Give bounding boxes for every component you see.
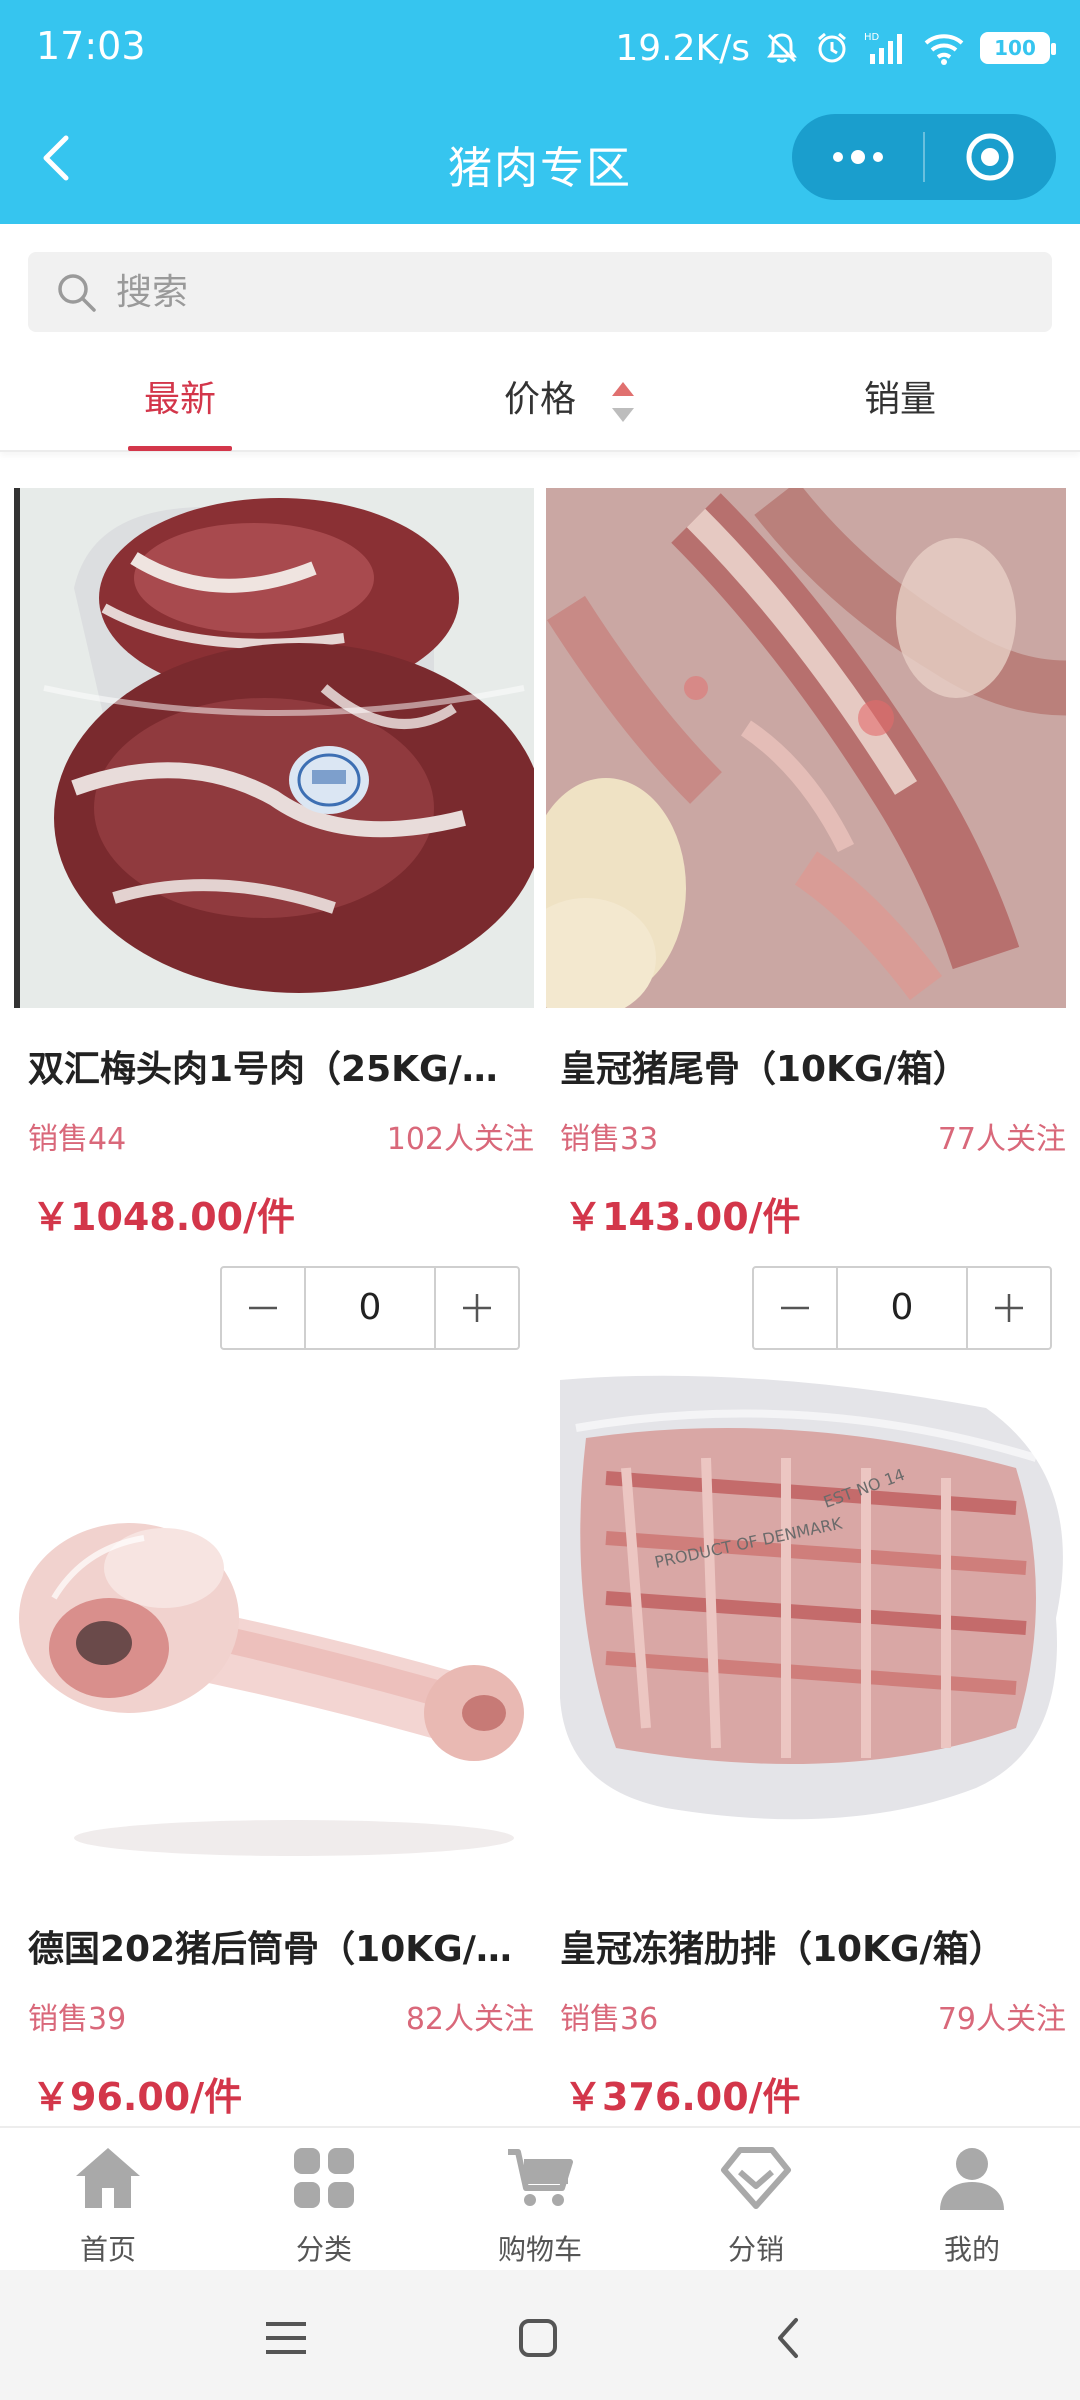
product-price: ￥96.00/件: [32, 2075, 243, 2119]
quantity-value[interactable]: 0: [836, 1268, 968, 1348]
sort-tabs: 最新 价格 销量: [0, 348, 1080, 452]
tab-sales[interactable]: 销量: [720, 348, 1080, 452]
tab-home-label: 首页: [79, 2233, 136, 2266]
quantity-value[interactable]: 0: [304, 1268, 436, 1348]
tab-latest-label: 最新: [143, 379, 216, 420]
product-name[interactable]: 皇冠猪尾骨（10KG/箱）: [560, 1040, 1060, 1092]
close-miniprogram-button[interactable]: [925, 114, 1056, 200]
miniprogram-capsule: [792, 114, 1056, 200]
product-followers: 77人关注: [937, 1122, 1066, 1157]
product-card[interactable]: PRODUCT OF DENMARK EST NO 14 皇冠冻猪肋排（10KG…: [546, 1368, 1066, 2128]
signal-icon: HD: [864, 32, 902, 64]
back-triangle-icon[interactable]: [760, 2308, 820, 2368]
tab-distribution-label: 分销: [727, 2233, 784, 2266]
pork-bone-image: [14, 1368, 534, 1888]
status-icons: 19.2K/s HD 100: [615, 22, 1056, 74]
increment-button[interactable]: [436, 1268, 518, 1348]
product-card[interactable]: 皇冠猪尾骨（10KG/箱） 销售33 77人关注 ￥143.00/件 0: [546, 488, 1066, 1388]
grid-icon: [294, 2148, 354, 2208]
tab-active-underline: [128, 446, 232, 451]
product-image[interactable]: [14, 1368, 534, 1888]
product-sold-count: 销售33: [560, 1122, 659, 1157]
tab-category[interactable]: 分类: [216, 2128, 432, 2272]
product-image[interactable]: [14, 488, 534, 1008]
tab-mine[interactable]: 我的: [864, 2128, 1080, 2272]
product-followers: 102人关注: [386, 1122, 534, 1157]
tab-sales-label: 销量: [863, 379, 936, 420]
alarm-icon: [818, 32, 846, 63]
product-name[interactable]: 双汇梅头肉1号肉（25KG/…: [28, 1040, 528, 1092]
search-icon: [58, 274, 96, 312]
bottom-tab-bar: 首页 分类 购物车 分销 我的: [0, 2126, 1080, 2270]
product-name[interactable]: 德国202猪后筒骨（10KG/…: [28, 1920, 528, 1972]
product-price: ￥143.00/件: [564, 1195, 801, 1239]
tab-category-label: 分类: [295, 2233, 352, 2266]
pork-tailbone-image: [546, 488, 1066, 1008]
product-card[interactable]: 德国202猪后筒骨（10KG/… 销售39 82人关注 ￥96.00/件: [14, 1368, 534, 2128]
menu-icon[interactable]: [256, 2308, 316, 2368]
product-name[interactable]: 皇冠冻猪肋排（10KG/箱）: [560, 1920, 1060, 1972]
product-card[interactable]: 双汇梅头肉1号肉（25KG/… 销售44 102人关注 ￥1048.00/件 0: [14, 488, 534, 1388]
product-price: ￥376.00/件: [564, 2075, 801, 2119]
product-followers: 82人关注: [405, 2002, 534, 2037]
product-sold-count: 销售39: [28, 2002, 127, 2037]
status-time: 17:03: [36, 24, 146, 68]
meat-package-image: [14, 488, 534, 1008]
product-price: ￥1048.00/件: [32, 1195, 295, 1239]
user-icon: [940, 2148, 1004, 2210]
cart-icon: [508, 2149, 573, 2206]
tab-cart[interactable]: 购物车: [432, 2128, 648, 2272]
more-dots-icon: [832, 150, 883, 164]
tab-mine-label: 我的: [943, 2233, 1000, 2266]
search-section: [0, 224, 1080, 348]
search-input[interactable]: [116, 271, 976, 313]
product-sold-count: 销售36: [560, 2002, 659, 2037]
decrement-button[interactable]: [222, 1268, 304, 1348]
product-grid: 双汇梅头肉1号肉（25KG/… 销售44 102人关注 ￥1048.00/件 0: [0, 470, 1080, 2130]
mute-bell-icon: [767, 33, 797, 63]
target-circle-icon: [966, 133, 1014, 181]
quantity-stepper: 0: [220, 1266, 520, 1350]
increment-button[interactable]: [968, 1268, 1050, 1348]
sort-arrows-icon: [612, 382, 634, 422]
battery-icon: 100: [980, 32, 1056, 64]
tab-latest[interactable]: 最新: [0, 348, 360, 452]
tab-cart-label: 购物车: [497, 2233, 582, 2266]
tab-price[interactable]: 价格: [360, 348, 720, 452]
product-image[interactable]: PRODUCT OF DENMARK EST NO 14: [546, 1368, 1066, 1888]
pork-ribs-image: PRODUCT OF DENMARK EST NO 14: [546, 1368, 1066, 1888]
diamond-icon: [721, 2147, 791, 2209]
page-header: 猪肉专区: [0, 96, 1080, 224]
app-root: 17:03 19.2K/s HD 100 猪肉专区 搜索 最新 价格 销量 双汇…: [0, 0, 1080, 2400]
home-icon: [76, 2148, 140, 2208]
system-nav-bar: [0, 2270, 1080, 2400]
plus-icon: [995, 1294, 1023, 1322]
product-sold-count: 销售44: [28, 1122, 127, 1157]
svg-text:HD: HD: [864, 32, 880, 43]
minus-icon: [781, 1306, 809, 1310]
product-image[interactable]: [546, 488, 1066, 1008]
status-bar: 17:03 19.2K/s HD 100: [0, 0, 1080, 96]
wifi-icon: [924, 34, 964, 65]
decrement-button[interactable]: [754, 1268, 836, 1348]
tab-price-label: 价格: [503, 379, 576, 420]
product-followers: 79人关注: [937, 2002, 1066, 2037]
quantity-stepper: 0: [752, 1266, 1052, 1350]
network-speed: 19.2K/s: [615, 27, 750, 69]
home-square-icon[interactable]: [508, 2308, 568, 2368]
search-bar[interactable]: [28, 252, 1052, 332]
more-button[interactable]: [792, 114, 923, 200]
plus-icon: [463, 1294, 491, 1322]
tab-distribution[interactable]: 分销: [648, 2128, 864, 2272]
tab-home[interactable]: 首页: [0, 2128, 216, 2272]
minus-icon: [249, 1306, 277, 1310]
